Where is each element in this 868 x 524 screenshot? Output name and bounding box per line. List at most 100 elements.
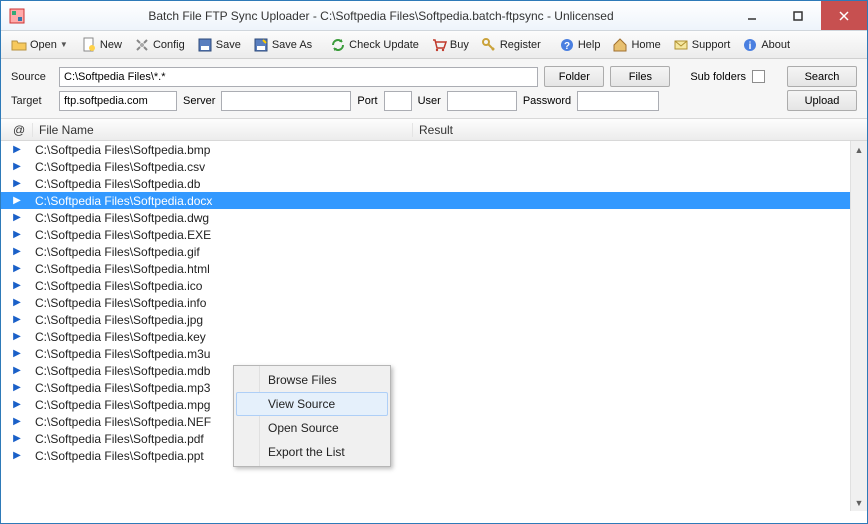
play-icon: ▶ [1, 450, 33, 461]
save-as-button[interactable]: Save As [247, 34, 318, 56]
file-path: C:\Softpedia Files\Softpedia.pdf [33, 432, 867, 446]
check-update-button[interactable]: Check Update [324, 34, 425, 56]
subfolders-checkbox[interactable] [752, 70, 765, 83]
context-menu-item[interactable]: View Source [236, 392, 388, 416]
save-button[interactable]: Save [191, 34, 247, 56]
table-row[interactable]: ▶C:\Softpedia Files\Softpedia.mdb [1, 362, 867, 379]
target-input[interactable] [59, 91, 177, 111]
about-label: About [761, 39, 790, 51]
minimize-button[interactable] [729, 1, 775, 30]
register-button[interactable]: Register [475, 34, 547, 56]
play-icon: ▶ [1, 246, 33, 257]
table-row[interactable]: ▶C:\Softpedia Files\Softpedia.ico [1, 277, 867, 294]
files-button[interactable]: Files [610, 66, 670, 87]
play-icon: ▶ [1, 144, 33, 155]
table-row[interactable]: ▶C:\Softpedia Files\Softpedia.dwg [1, 209, 867, 226]
table-row[interactable]: ▶C:\Softpedia Files\Softpedia.pdf [1, 430, 867, 447]
play-icon: ▶ [1, 195, 33, 206]
source-label: Source [11, 71, 53, 83]
file-path: C:\Softpedia Files\Softpedia.html [33, 262, 867, 276]
help-label: Help [578, 39, 601, 51]
column-result[interactable]: Result [413, 123, 849, 137]
context-menu-item[interactable]: Open Source [236, 416, 388, 440]
table-row[interactable]: ▶C:\Softpedia Files\Softpedia.db [1, 175, 867, 192]
table-row[interactable]: ▶C:\Softpedia Files\Softpedia.ppt [1, 447, 867, 464]
table-row[interactable]: ▶C:\Softpedia Files\Softpedia.gif [1, 243, 867, 260]
folder-button[interactable]: Folder [544, 66, 604, 87]
column-filename[interactable]: File Name [33, 123, 413, 137]
open-button[interactable]: Open▼ [5, 34, 75, 56]
home-button[interactable]: Home [606, 34, 666, 56]
new-button[interactable]: New [75, 34, 128, 56]
save-icon [197, 37, 213, 53]
play-icon: ▶ [1, 399, 33, 410]
save-as-icon [253, 37, 269, 53]
table-row[interactable]: ▶C:\Softpedia Files\Softpedia.NEF [1, 413, 867, 430]
check-update-label: Check Update [349, 39, 419, 51]
table-row[interactable]: ▶C:\Softpedia Files\Softpedia.key [1, 328, 867, 345]
toolbar: Open▼ New Config Save Save As Check Upda… [1, 31, 867, 59]
search-button[interactable]: Search [787, 66, 857, 87]
play-icon: ▶ [1, 382, 33, 393]
table-row[interactable]: ▶C:\Softpedia Files\Softpedia.docx [1, 192, 867, 209]
password-input[interactable] [577, 91, 659, 111]
dropdown-icon[interactable]: ▼ [60, 40, 69, 49]
key-icon [481, 37, 497, 53]
buy-button[interactable]: Buy [425, 34, 475, 56]
password-label: Password [523, 95, 571, 107]
maximize-button[interactable] [775, 1, 821, 30]
play-icon: ▶ [1, 331, 33, 342]
user-input[interactable] [447, 91, 517, 111]
about-button[interactable]: i About [736, 34, 796, 56]
play-icon: ▶ [1, 263, 33, 274]
server-input[interactable] [221, 91, 351, 111]
file-path: C:\Softpedia Files\Softpedia.EXE [33, 228, 867, 242]
target-label: Target [11, 95, 53, 107]
config-button[interactable]: Config [128, 34, 191, 56]
play-icon: ▶ [1, 365, 33, 376]
file-path: C:\Softpedia Files\Softpedia.docx [33, 194, 867, 208]
save-label: Save [216, 39, 241, 51]
source-input[interactable] [59, 67, 538, 87]
table-row[interactable]: ▶C:\Softpedia Files\Softpedia.bmp [1, 141, 867, 158]
server-label: Server [183, 95, 215, 107]
file-path: C:\Softpedia Files\Softpedia.csv [33, 160, 867, 174]
port-input[interactable] [384, 91, 412, 111]
config-label: Config [153, 39, 185, 51]
context-menu-item[interactable]: Export the List [236, 440, 388, 464]
buy-label: Buy [450, 39, 469, 51]
scroll-up-icon[interactable]: ▲ [851, 141, 867, 158]
table-row[interactable]: ▶C:\Softpedia Files\Softpedia.csv [1, 158, 867, 175]
file-path: C:\Softpedia Files\Softpedia.bmp [33, 143, 867, 157]
file-path: C:\Softpedia Files\Softpedia.db [33, 177, 867, 191]
table-row[interactable]: ▶C:\Softpedia Files\Softpedia.m3u [1, 345, 867, 362]
file-list[interactable]: ▶C:\Softpedia Files\Softpedia.bmp▶C:\Sof… [1, 141, 867, 511]
file-path: C:\Softpedia Files\Softpedia.info [33, 296, 867, 310]
column-at[interactable]: @ [1, 123, 33, 137]
table-row[interactable]: ▶C:\Softpedia Files\Softpedia.jpg [1, 311, 867, 328]
context-menu: Browse FilesView SourceOpen SourceExport… [233, 365, 391, 467]
help-button[interactable]: ?Help [553, 34, 607, 56]
home-icon [612, 37, 628, 53]
upload-button[interactable]: Upload [787, 90, 857, 111]
refresh-icon [330, 37, 346, 53]
support-button[interactable]: Support [667, 34, 737, 56]
close-button[interactable] [821, 1, 867, 30]
play-icon: ▶ [1, 314, 33, 325]
table-row[interactable]: ▶C:\Softpedia Files\Softpedia.info [1, 294, 867, 311]
play-icon: ▶ [1, 297, 33, 308]
play-icon: ▶ [1, 212, 33, 223]
register-label: Register [500, 39, 541, 51]
table-row[interactable]: ▶C:\Softpedia Files\Softpedia.mpg [1, 396, 867, 413]
scroll-down-icon[interactable]: ▼ [851, 494, 867, 511]
new-file-icon [81, 37, 97, 53]
play-icon: ▶ [1, 280, 33, 291]
table-row[interactable]: ▶C:\Softpedia Files\Softpedia.mp3 [1, 379, 867, 396]
context-menu-item[interactable]: Browse Files [236, 368, 388, 392]
file-path: C:\Softpedia Files\Softpedia.ppt [33, 449, 867, 463]
svg-text:i: i [749, 41, 752, 52]
play-icon: ▶ [1, 348, 33, 359]
table-row[interactable]: ▶C:\Softpedia Files\Softpedia.html [1, 260, 867, 277]
table-row[interactable]: ▶C:\Softpedia Files\Softpedia.EXE [1, 226, 867, 243]
vertical-scrollbar[interactable]: ▲ ▼ [850, 141, 867, 511]
